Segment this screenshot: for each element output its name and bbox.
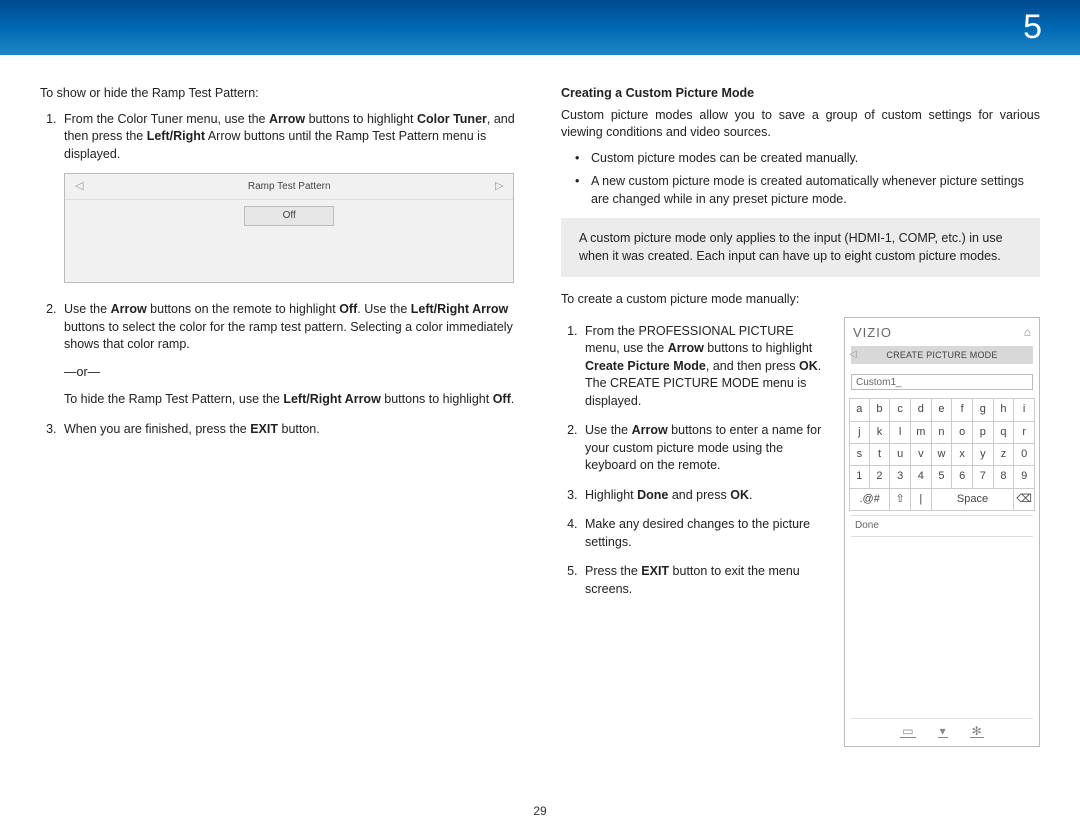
key-g: g [973,399,994,420]
page-body: To show or hide the Ramp Test Pattern: F… [0,55,1080,757]
key-p: p [973,422,994,443]
key-v: v [911,444,932,465]
chapter-number: 5 [1023,4,1042,52]
key-o: o [952,422,973,443]
left-step-2: Use the Arrow buttons on the remote to h… [60,301,519,409]
panel-crumb: ◁ CREATE PICTURE MODE [851,346,1033,365]
key-l: l [890,422,911,443]
brand-label: VIZIO [853,324,892,342]
key-f: f [952,399,973,420]
key-b: b [870,399,891,420]
key-e: e [932,399,953,420]
bullet-2: A new custom picture mode is created aut… [561,173,1040,208]
key-9: 9 [1014,466,1035,487]
key-2: 2 [870,466,891,487]
key-w: w [932,444,953,465]
back-arrow-icon: ◁ [849,348,857,362]
ramp-arrow-right-icon: ▷ [495,179,503,194]
mode-name-input: Custom1_ [851,374,1033,390]
right-block: From the PROFESSIONAL PICTURE menu, use … [561,317,1040,747]
key-q: q [994,422,1015,443]
key-8: 8 [994,466,1015,487]
key-backspace-icon: ⌫ [1014,489,1035,510]
key-symbols: .@# [849,489,890,510]
key-z: z [994,444,1015,465]
key-s: s [849,444,870,465]
section-title: Creating a Custom Picture Mode [561,85,1040,103]
key-i: i [1014,399,1035,420]
rstep-1: From the PROFESSIONAL PICTURE menu, use … [581,323,826,411]
rstep-3: Highlight Done and press OK. [581,487,826,505]
key-m: m [911,422,932,443]
footer-icon-2: ▾ [938,725,948,738]
key-x: x [952,444,973,465]
key-a: a [849,399,870,420]
key-bar: | [911,489,932,510]
right-steps: From the PROFESSIONAL PICTURE menu, use … [561,317,826,747]
rstep-5: Press the EXIT button to exit the menu s… [581,563,826,598]
key-5: 5 [932,466,953,487]
left-step-1: From the Color Tuner menu, use the Arrow… [60,111,519,284]
key-n: n [932,422,953,443]
left-steps: From the Color Tuner menu, use the Arrow… [40,111,519,439]
left-intro: To show or hide the Ramp Test Pattern: [40,85,519,103]
bullet-1: Custom picture modes can be created manu… [561,150,1040,168]
rstep-4: Make any desired changes to the picture … [581,516,826,551]
key-r: r [1014,422,1035,443]
key-4: 4 [911,466,932,487]
note-box: A custom picture mode only applies to th… [561,218,1040,277]
right-intro: Custom picture modes allow you to save a… [561,107,1040,142]
left-or: —or— [64,364,519,382]
left-step-3: When you are finished, press the EXIT bu… [60,421,519,439]
right-column: Creating a Custom Picture Mode Custom pi… [561,85,1040,747]
key-y: y [973,444,994,465]
chapter-header: 5 [0,0,1080,55]
key-u: u [890,444,911,465]
panel-head: VIZIO ⌂ [845,318,1039,346]
key-3: 3 [890,466,911,487]
ramp-arrow-left-icon: ◁ [75,179,83,194]
panel-filler [845,537,1039,717]
home-icon: ⌂ [1024,324,1031,341]
key-space: Space [932,489,1015,510]
key-6: 6 [952,466,973,487]
footer-icon-1: ▭ [900,725,915,738]
key-k: k [870,422,891,443]
right-bullets: Custom picture modes can be created manu… [561,150,1040,209]
key-j: j [849,422,870,443]
key-t: t [870,444,891,465]
right-lead: To create a custom picture mode manually… [561,291,1040,309]
left-column: To show or hide the Ramp Test Pattern: F… [40,85,519,747]
panel-footer: ▭ ▾ ✻ [851,718,1033,746]
ramp-test-pattern-box: ◁ Ramp Test Pattern ▷ Off [64,173,514,283]
page-number: 29 [0,803,1080,820]
key-d: d [911,399,932,420]
ramp-value: Off [244,206,334,226]
key-0: 0 [1014,444,1035,465]
key-7: 7 [973,466,994,487]
ramp-title: Ramp Test Pattern [248,180,331,194]
ramp-title-row: ◁ Ramp Test Pattern ▷ [65,174,513,200]
panel-done: Done [851,515,1033,537]
key-c: c [890,399,911,420]
key-shift-icon: ⇧ [890,489,911,510]
vizio-panel: VIZIO ⌂ ◁ CREATE PICTURE MODE Custom1_ a… [844,317,1040,747]
onscreen-keyboard: a b c d e f g h i j k l m [849,398,1035,511]
rstep-2: Use the Arrow buttons to enter a name fo… [581,422,826,475]
footer-icon-3: ✻ [970,725,984,738]
key-1: 1 [849,466,870,487]
key-h: h [994,399,1015,420]
